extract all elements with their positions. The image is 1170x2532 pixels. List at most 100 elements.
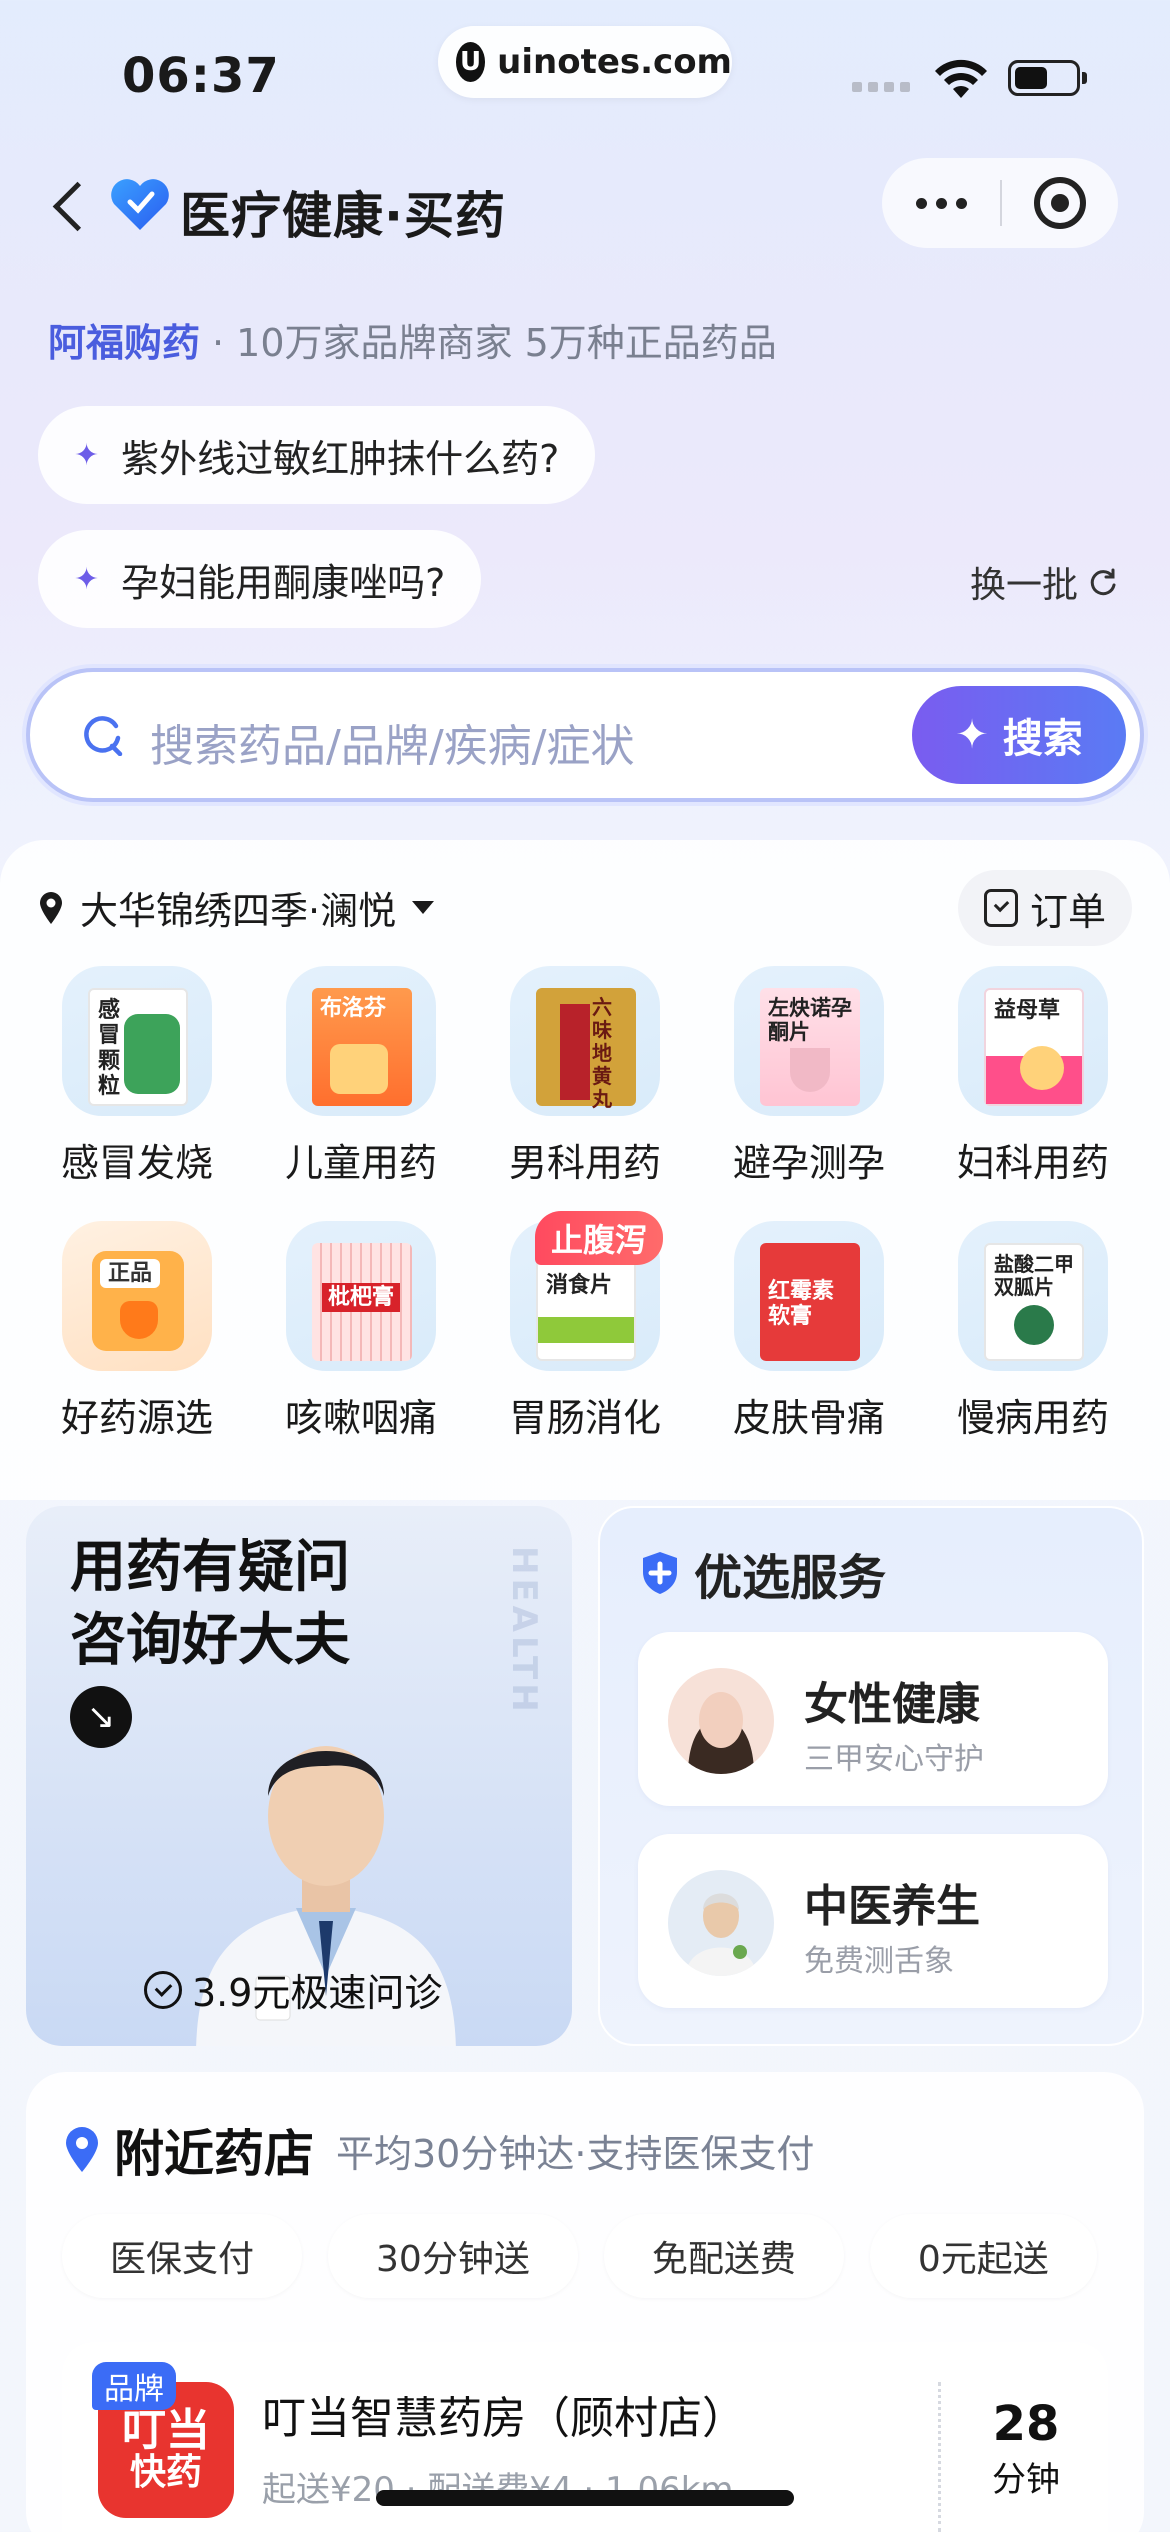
filter-medical-insurance[interactable]: 医保支付 (62, 2214, 303, 2298)
category-item[interactable]: 正品 好药源选 (25, 1221, 249, 1442)
url-pill[interactable]: U uinotes.com (438, 26, 732, 98)
tagline-text: · 10万家品牌商家 5万种正品药品 (212, 321, 777, 365)
medicine-box-image: 红霉素软膏 (734, 1221, 884, 1371)
store-logo-text: 快药 (129, 2452, 202, 2494)
battery-icon (1008, 60, 1087, 96)
services-title: 优选服务 (694, 1550, 887, 1606)
category-item[interactable]: 感冒颗粒 感冒发烧 (25, 966, 249, 1187)
status-bar: 06:37 U uinotes.com (0, 0, 1170, 140)
wifi-icon (935, 59, 987, 98)
filter-30min-delivery[interactable]: 30分钟送 (328, 2214, 578, 2298)
pharmacy-title: 附近药店 (114, 2125, 314, 2183)
category-item[interactable]: 左炔诺孕酮片 避孕测孕 (697, 966, 921, 1187)
category-item[interactable]: 布洛芬 儿童用药 (249, 966, 473, 1187)
service-item-women-health[interactable]: 女性健康 三甲安心守护 (638, 1632, 1108, 1806)
category-label: 皮肤骨痛 (732, 1396, 885, 1440)
avatar (668, 1668, 774, 1774)
tagline-brand: 阿福购药 (48, 321, 201, 365)
pharmacy-header: 附近药店 平均30分钟达·支持医保支付 (64, 2114, 814, 2186)
box-label: 左炔诺孕酮片 (768, 996, 852, 1045)
service-subtitle: 免费测舌象 (804, 1944, 954, 1979)
status-time: 06:37 (122, 48, 280, 104)
page-title: 医疗健康·买药 (180, 187, 506, 245)
home-indicator[interactable] (376, 2490, 794, 2506)
location-name: 大华锦绣四季·澜悦 (80, 889, 397, 933)
store-logo-text: 叮当 (122, 2405, 210, 2456)
category-label: 咳嗽咽痛 (284, 1396, 437, 1440)
search-icon (84, 716, 123, 756)
filter-free-delivery[interactable]: 免配送费 (603, 2214, 844, 2298)
category-item[interactable]: 红霉素软膏 皮肤骨痛 (697, 1221, 921, 1442)
box-label: 感冒颗粒 (98, 998, 121, 1099)
location-pin-icon (66, 2127, 98, 2172)
mini-program-capsule (882, 158, 1118, 248)
consult-doctor-banner[interactable]: 用药有疑问 咨询好大夫 ↘ HEALTH 3.9元极速问诊 (26, 1506, 572, 2046)
suggestion-chip[interactable]: ✦ 紫外线过敏红肿抹什么药? (38, 406, 596, 504)
quick-consult-link[interactable]: 3.9元极速问诊 (144, 1962, 442, 2017)
suggestion-text: 紫外线过敏红肿抹什么药? (121, 436, 560, 481)
promo-cta-label: 3.9元极速问诊 (192, 1971, 443, 2015)
dropdown-caret-icon (412, 901, 435, 914)
close-target-icon[interactable] (1002, 158, 1118, 248)
category-item[interactable]: 益母草 妇科用药 (921, 966, 1145, 1187)
search-button-label: 搜索 (1002, 716, 1083, 762)
services-header: 优选服务 (640, 1538, 886, 1608)
medicine-box-image: 布洛芬 (286, 966, 436, 1116)
category-item[interactable]: 盐酸二甲双胍片 慢病用药 (921, 1221, 1145, 1442)
service-item-tcm[interactable]: 中医养生 免费测舌象 (638, 1834, 1108, 2008)
box-label: 消食片 (546, 1273, 613, 1298)
box-label: 布洛芬 (320, 996, 387, 1021)
search-button[interactable]: ✦ 搜索 (912, 686, 1126, 784)
promo-title-line: 咨询好大夫 (70, 1607, 350, 1673)
service-title: 中医养生 (804, 1881, 980, 1932)
tagline: 阿福购药 · 10万家品牌商家 5万种正品药品 (48, 312, 777, 367)
sparkle-icon: ✦ (955, 712, 989, 758)
nav-bar: 医疗健康·买药 (0, 150, 1170, 260)
category-label: 慢病用药 (956, 1396, 1109, 1440)
box-label: 红霉素软膏 (768, 1279, 835, 1330)
pharmacy-subtitle: 平均30分钟达·支持医保支付 (336, 2131, 815, 2176)
category-label: 妇科用药 (956, 1141, 1109, 1185)
battery-level (1015, 67, 1047, 89)
refresh-label: 换一批 (969, 565, 1078, 606)
medicine-box-image: 感冒颗粒 (62, 966, 212, 1116)
box-label: 益母草 (994, 998, 1061, 1023)
category-label: 感冒发烧 (60, 1141, 213, 1185)
search-input[interactable]: 搜索药品/品牌/疾病/症状 (150, 710, 634, 774)
category-label: 好药源选 (60, 1396, 213, 1440)
category-label: 男科用药 (508, 1141, 661, 1185)
category-item[interactable]: 枇杷膏 咳嗽咽痛 (249, 1221, 473, 1442)
category-item[interactable]: 六味地黄丸 男科用药 (473, 966, 697, 1187)
avatar (668, 1870, 774, 1976)
back-button[interactable] (40, 176, 100, 236)
promo-title-line: 用药有疑问 (70, 1535, 350, 1600)
medicine-box-image: 枇杷膏 (286, 1221, 436, 1371)
refresh-button[interactable]: 换一批 (970, 556, 1118, 608)
shield-plus-icon (643, 1552, 677, 1594)
eta-unit: 分钟 (992, 2460, 1060, 2500)
nearby-pharmacy-section: 附近药店 平均30分钟达·支持医保支付 医保支付 30分钟送 免配送费 0元起送… (26, 2072, 1144, 2532)
filter-chips: 医保支付 30分钟送 免配送费 0元起送 (62, 2214, 1097, 2298)
box-label: 盐酸二甲双胍片 (994, 1252, 1074, 1299)
category-label: 胃肠消化 (508, 1396, 661, 1440)
medicine-box-image: 益母草 (958, 966, 1108, 1116)
site-icon: U (456, 42, 486, 82)
orders-button[interactable]: 订单 (958, 870, 1132, 946)
category-card: 大华锦绣四季·澜悦 订单 感冒颗粒 感冒发烧 布洛芬 儿童用药 六味地黄丸 男科… (0, 840, 1170, 1500)
arrow-down-right-icon: ↘ (70, 1686, 132, 1748)
signal-icon (852, 82, 910, 92)
category-label: 避孕测孕 (732, 1141, 885, 1185)
more-icon[interactable] (882, 158, 1000, 248)
box-label: 正品 (100, 1259, 161, 1289)
service-title: 女性健康 (804, 1679, 980, 1730)
search-bar: 搜索药品/品牌/疾病/症状 ✦ 搜索 (26, 668, 1144, 802)
suggestion-text: 孕妇能用酮康唑吗? (121, 560, 446, 605)
medicine-box-image: 左炔诺孕酮片 (734, 966, 884, 1116)
category-item[interactable]: 消食片 止腹泻 胃肠消化 (473, 1211, 697, 1442)
location-selector[interactable]: 大华锦绣四季·澜悦 (38, 880, 435, 935)
suggestion-chip[interactable]: ✦ 孕妇能用酮康唑吗? (38, 530, 482, 628)
service-subtitle: 三甲安心守护 (804, 1742, 984, 1777)
brand-heart-icon (111, 179, 169, 230)
url-text: uinotes.com (497, 42, 732, 82)
filter-no-minimum[interactable]: 0元起送 (869, 2214, 1097, 2298)
